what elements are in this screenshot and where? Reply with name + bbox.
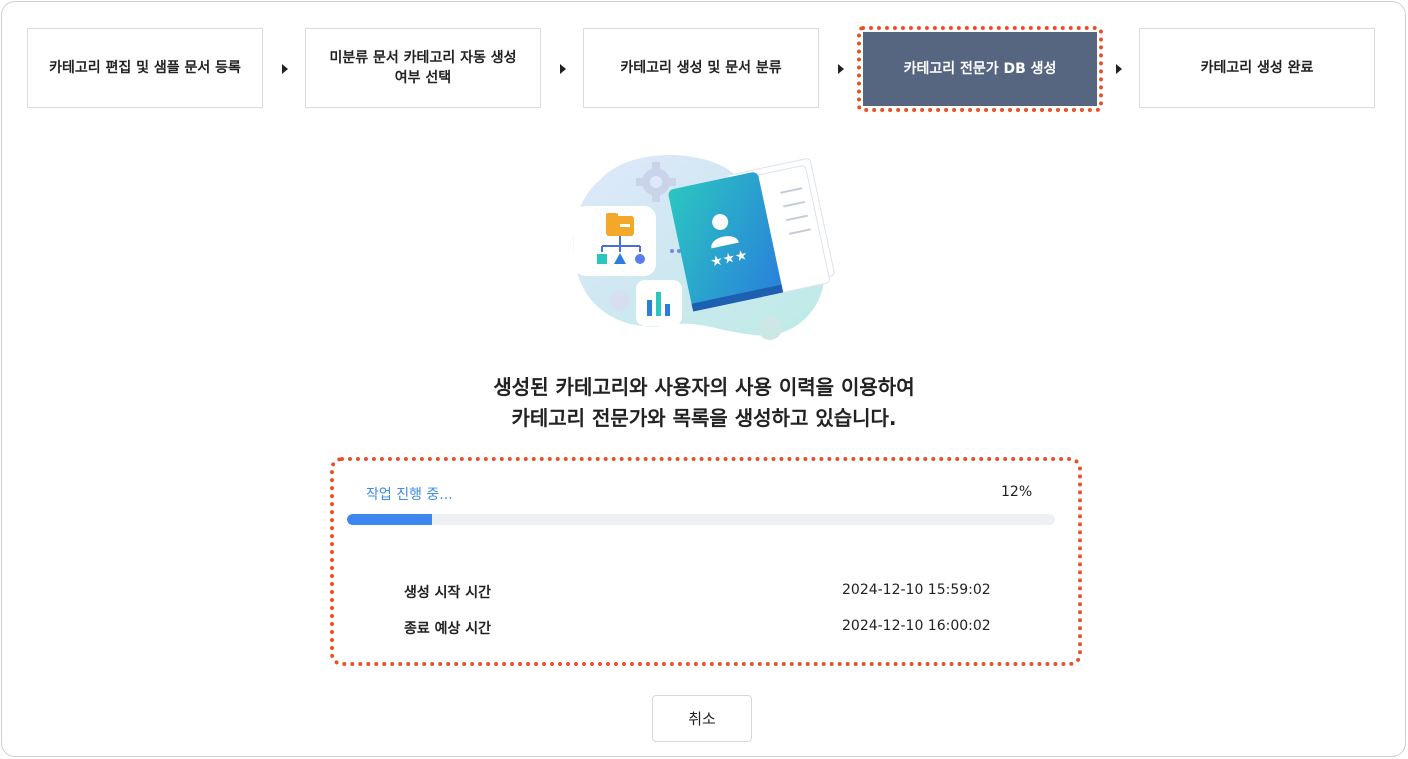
- step-arrow-icon: [838, 64, 844, 74]
- step-3-create-classify[interactable]: 카테고리 생성 및 문서 분류: [583, 28, 819, 108]
- step-5-complete[interactable]: 카테고리 생성 완료: [1139, 28, 1375, 108]
- progress-bar-fill: [347, 514, 432, 525]
- step-4-label: 카테고리 전문가 DB 생성: [903, 61, 1057, 77]
- step-2-label: 미분류 문서 카테고리 자동 생성 여부 선택: [329, 50, 517, 86]
- start-time-value: 2024-12-10 15:59:02: [842, 582, 991, 598]
- end-time-value: 2024-12-10 16:00:02: [842, 618, 991, 634]
- progress-bar: [347, 514, 1055, 525]
- bar-chart-icon: [636, 280, 682, 326]
- step-arrow-icon: [282, 64, 288, 74]
- step-4-expert-db[interactable]: 카테고리 전문가 DB 생성: [863, 32, 1097, 106]
- step-arrow-icon: [560, 64, 566, 74]
- start-time-label: 생성 시작 시간: [404, 585, 492, 601]
- step-arrow-icon: [1116, 64, 1122, 74]
- folder-hierarchy-icon: [574, 206, 656, 276]
- step-3-label: 카테고리 생성 및 문서 분류: [620, 60, 782, 76]
- step-1-label: 카테고리 편집 및 샘플 문서 등록: [49, 60, 241, 76]
- end-time-label: 종료 예상 시간: [404, 621, 492, 637]
- step-1-category-edit[interactable]: 카테고리 편집 및 샘플 문서 등록: [27, 28, 263, 108]
- step-2-auto-create-select[interactable]: 미분류 문서 카테고리 자동 생성 여부 선택: [305, 28, 541, 108]
- progress-status: 작업 진행 중...: [366, 487, 453, 503]
- expert-db-illustration: ★★★: [573, 155, 835, 340]
- message-line-1: 생성된 카테고리와 사용자의 사용 이력을 이용하여: [493, 375, 915, 399]
- step-5-label: 카테고리 생성 완료: [1200, 60, 1314, 76]
- progress-message: 생성된 카테고리와 사용자의 사용 이력을 이용하여 카테고리 전문가와 목록을…: [0, 372, 1408, 434]
- message-line-2: 카테고리 전문가와 목록을 생성하고 있습니다.: [511, 406, 897, 430]
- cancel-button[interactable]: 취소: [652, 695, 752, 742]
- progress-percent: 12%: [1001, 484, 1033, 500]
